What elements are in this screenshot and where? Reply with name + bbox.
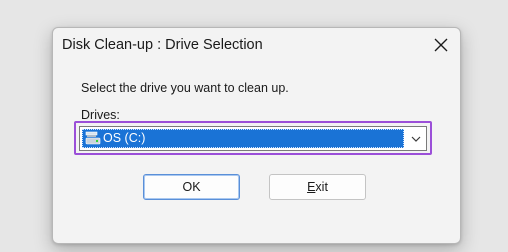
drives-label: Drives: [81,108,120,122]
dialog-title: Disk Clean-up : Drive Selection [62,37,263,53]
selected-drive: OS (C:) [82,129,404,148]
selected-drive-label: OS (C:) [103,131,146,145]
close-icon [434,38,448,52]
drives-dropdown[interactable]: OS (C:) [79,126,427,151]
chevron-down-icon[interactable] [410,133,422,145]
exit-button[interactable]: Exit [269,174,366,200]
ok-button[interactable]: OK [143,174,240,200]
title-bar: Disk Clean-up : Drive Selection [53,28,460,62]
instruction-text: Select the drive you want to clean up. [81,81,289,95]
close-button[interactable] [432,36,450,54]
drive-icon [85,131,101,145]
drive-selection-dialog: Disk Clean-up : Drive Selection Select t… [52,27,461,244]
exit-button-label: xit [315,180,328,194]
